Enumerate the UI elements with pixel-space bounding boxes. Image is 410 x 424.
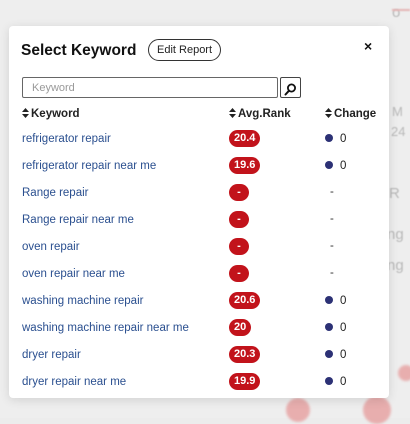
- change-value: 0: [325, 322, 346, 334]
- edit-report-button[interactable]: Edit Report: [148, 39, 222, 61]
- column-header-label: Change: [334, 108, 377, 120]
- background-fragment: o: [392, 4, 401, 21]
- avg-rank-badge: -: [229, 211, 249, 228]
- keyword-link[interactable]: refrigerator repair near me: [22, 160, 156, 172]
- change-number: 0: [340, 322, 347, 334]
- keyword-link[interactable]: washing machine repair: [22, 295, 143, 307]
- column-header-keyword[interactable]: Keyword: [22, 108, 80, 120]
- change-value: -: [330, 267, 334, 279]
- table-row: refrigerator repair near me 19.6 0: [9, 155, 389, 182]
- table-row: dryer repair near me 19.9 0: [9, 371, 389, 398]
- keyword-link[interactable]: Range repair near me: [22, 214, 134, 226]
- change-number: 0: [340, 295, 347, 307]
- change-number: 0: [340, 349, 347, 361]
- avg-rank-badge: 20.4: [229, 130, 261, 147]
- avg-rank-badge: -: [229, 265, 249, 282]
- change-dot-icon: [325, 350, 333, 358]
- change-value: 0: [325, 349, 346, 361]
- column-header-label: Keyword: [31, 108, 80, 120]
- table-row: oven repair near me - -: [9, 263, 389, 290]
- select-keyword-modal: Select Keyword Edit Report × Keyword Avg…: [9, 26, 389, 398]
- table-row: refrigerator repair 20.4 0: [9, 128, 389, 155]
- change-dot-icon: [325, 323, 333, 331]
- change-dot-icon: [325, 134, 333, 142]
- table-row: washing machine repair near me 20 0: [9, 317, 389, 344]
- avg-rank-badge: 20: [229, 319, 252, 336]
- background-marker: [286, 398, 310, 422]
- background-line: [392, 9, 410, 11]
- sort-icon: [229, 108, 236, 118]
- background-marker: [398, 365, 410, 381]
- keyword-link[interactable]: refrigerator repair: [22, 133, 111, 145]
- change-value: -: [330, 186, 334, 198]
- keyword-link[interactable]: Range repair: [22, 187, 88, 199]
- change-value: 0: [325, 376, 346, 388]
- modal-title: Select Keyword: [21, 42, 137, 59]
- change-value: 0: [325, 295, 346, 307]
- keyword-link[interactable]: washing machine repair near me: [22, 322, 189, 334]
- table-row: washing machine repair 20.6 0: [9, 290, 389, 317]
- table-row: Range repair near me - -: [9, 209, 389, 236]
- avg-rank-badge: 19.9: [229, 373, 261, 390]
- change-value: -: [330, 213, 334, 225]
- change-value: 0: [325, 133, 346, 145]
- close-icon[interactable]: ×: [364, 38, 372, 54]
- change-number: 0: [340, 160, 347, 172]
- background-marker: [363, 396, 391, 424]
- background-fragment: ng: [387, 257, 404, 274]
- table-row: dryer repair 20.3 0: [9, 344, 389, 371]
- keyword-link[interactable]: oven repair: [22, 241, 80, 253]
- sort-icon: [22, 108, 29, 118]
- avg-rank-badge: 19.6: [229, 157, 261, 174]
- avg-rank-badge: 20.6: [229, 292, 261, 309]
- background-fragment: M: [392, 104, 403, 119]
- column-header-avg-rank[interactable]: Avg.Rank: [229, 108, 291, 120]
- keyword-search-input[interactable]: [22, 77, 278, 98]
- avg-rank-badge: 20.3: [229, 346, 261, 363]
- change-value: 0: [325, 160, 346, 172]
- avg-rank-badge: -: [229, 184, 249, 201]
- keyword-link[interactable]: dryer repair near me: [22, 376, 126, 388]
- change-dot-icon: [325, 377, 333, 385]
- background-fragment: R: [389, 185, 400, 202]
- keyword-link[interactable]: oven repair near me: [22, 268, 125, 280]
- search-icon: [284, 83, 296, 95]
- search-button[interactable]: [280, 77, 301, 98]
- change-dot-icon: [325, 296, 333, 304]
- column-header-change[interactable]: Change: [325, 108, 376, 120]
- table-row: oven repair - -: [9, 236, 389, 263]
- background-fragment: ng: [387, 226, 404, 243]
- change-number: 0: [340, 133, 347, 145]
- background-fragment: 24: [391, 124, 406, 139]
- sort-icon: [325, 108, 332, 118]
- keyword-link[interactable]: dryer repair: [22, 349, 81, 361]
- change-number: 0: [340, 376, 347, 388]
- table-row: Range repair - -: [9, 182, 389, 209]
- change-value: -: [330, 240, 334, 252]
- change-dot-icon: [325, 161, 333, 169]
- avg-rank-badge: -: [229, 238, 249, 255]
- column-header-label: Avg.Rank: [238, 108, 291, 120]
